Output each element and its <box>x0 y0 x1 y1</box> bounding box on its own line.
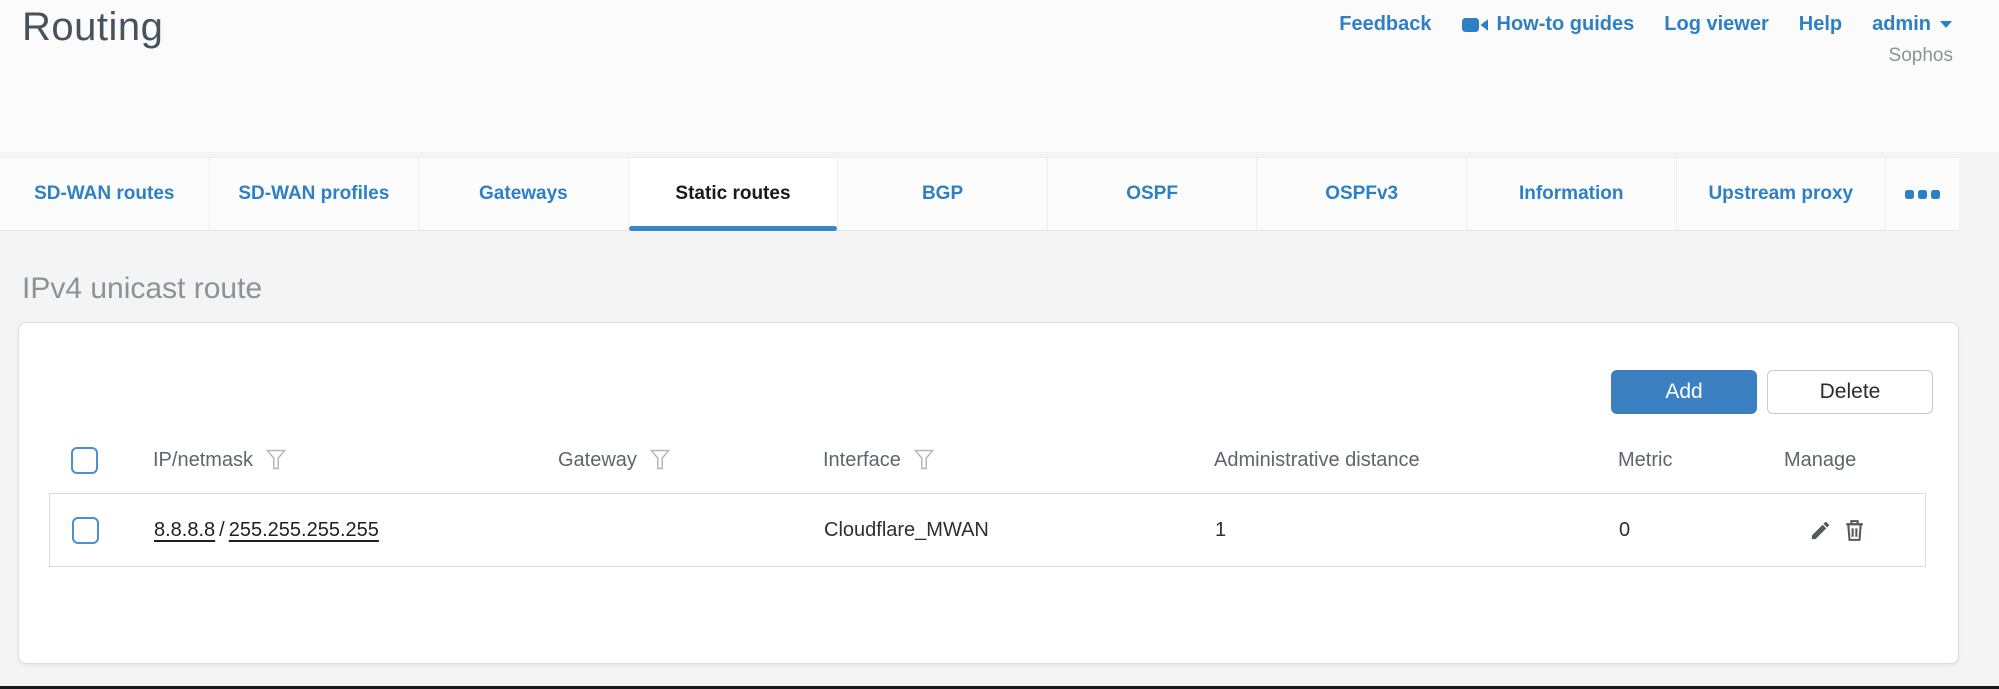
column-label: Manage <box>1784 449 1856 472</box>
column-header-administrative-distance: Administrative distance <box>1214 449 1618 472</box>
netmask-value: 255.255.255.255 <box>229 519 379 541</box>
delete-button[interactable]: Delete <box>1767 370 1933 414</box>
feedback-link-label: Feedback <box>1339 13 1431 36</box>
column-label: Administrative distance <box>1214 449 1420 472</box>
tab-ospfv3[interactable]: OSPFv3 <box>1256 158 1466 230</box>
ellipsis-dots-icon <box>1905 190 1914 199</box>
help-link[interactable]: Help <box>1799 13 1842 36</box>
how-to-guides-link[interactable]: How-to guides <box>1462 13 1635 36</box>
tab-bgp[interactable]: BGP <box>837 158 1047 230</box>
funnel-filter-icon[interactable] <box>266 449 286 471</box>
manage-cell <box>1785 518 1925 543</box>
brand-label: Sophos <box>1889 45 1953 67</box>
user-menu[interactable]: admin <box>1872 13 1953 36</box>
tab-bar: SD-WAN routes SD-WAN profiles Gateways S… <box>0 157 1959 231</box>
metric-cell: 0 <box>1619 519 1785 542</box>
column-header-interface: Interface <box>823 449 1214 472</box>
select-all-checkbox[interactable] <box>71 447 98 474</box>
ip-netmask-separator: / <box>215 519 229 541</box>
log-viewer-label: Log viewer <box>1664 13 1768 36</box>
video-camera-icon <box>1462 15 1489 35</box>
trash-icon[interactable] <box>1843 518 1866 543</box>
pencil-icon[interactable] <box>1809 519 1832 542</box>
ellipsis-dots-icon <box>1918 190 1927 199</box>
tab-information[interactable]: Information <box>1466 158 1676 230</box>
tab-upstream-proxy[interactable]: Upstream proxy <box>1676 158 1886 230</box>
ip-netmask-link[interactable]: 8.8.8.8/255.255.255.255 <box>154 519 559 542</box>
header-select-cell <box>49 447 153 474</box>
how-to-guides-label: How-to guides <box>1497 13 1635 36</box>
column-header-ip-netmask: IP/netmask <box>153 449 558 472</box>
tab-sd-wan-profiles[interactable]: SD-WAN profiles <box>209 158 419 230</box>
column-header-metric: Metric <box>1618 449 1784 472</box>
page-title: Routing <box>22 5 163 50</box>
feedback-link[interactable]: Feedback <box>1339 13 1431 36</box>
add-button[interactable]: Add <box>1611 370 1757 414</box>
tab-more-menu[interactable] <box>1885 158 1959 230</box>
column-label: Interface <box>823 449 901 472</box>
page-header: Routing Feedback How-to guides Log viewe… <box>0 0 1999 152</box>
funnel-filter-icon[interactable] <box>914 449 934 471</box>
funnel-filter-icon[interactable] <box>650 449 670 471</box>
section-heading: IPv4 unicast route <box>22 272 262 306</box>
table-header-row: IP/netmask Gateway Interface Administrat… <box>49 431 1926 489</box>
row-checkbox[interactable] <box>72 517 99 544</box>
column-label: Metric <box>1618 449 1672 472</box>
ellipsis-dots-icon <box>1931 190 1940 199</box>
tab-ospf[interactable]: OSPF <box>1047 158 1257 230</box>
column-header-manage: Manage <box>1784 449 1926 472</box>
column-header-gateway: Gateway <box>558 449 823 472</box>
top-navigation: Feedback How-to guides Log viewer Help a… <box>1339 13 1953 36</box>
log-viewer-link[interactable]: Log viewer <box>1664 13 1768 36</box>
tab-static-routes[interactable]: Static routes <box>628 158 838 230</box>
table-toolbar: Add Delete <box>1611 370 1933 414</box>
administrative-distance-cell: 1 <box>1215 519 1619 542</box>
column-label: IP/netmask <box>153 449 253 472</box>
table-row: 8.8.8.8/255.255.255.255 Cloudflare_MWAN … <box>49 493 1926 567</box>
help-label: Help <box>1799 13 1842 36</box>
ip-value: 8.8.8.8 <box>154 519 215 541</box>
caret-down-icon <box>1939 20 1953 29</box>
tab-sd-wan-routes[interactable]: SD-WAN routes <box>0 158 209 230</box>
interface-cell: Cloudflare_MWAN <box>824 519 1215 542</box>
row-select-cell <box>50 517 154 544</box>
tab-gateways[interactable]: Gateways <box>418 158 628 230</box>
column-label: Gateway <box>558 449 637 472</box>
routes-panel: Add Delete IP/netmask Gateway Interface … <box>18 322 1959 664</box>
user-menu-label: admin <box>1872 13 1931 36</box>
